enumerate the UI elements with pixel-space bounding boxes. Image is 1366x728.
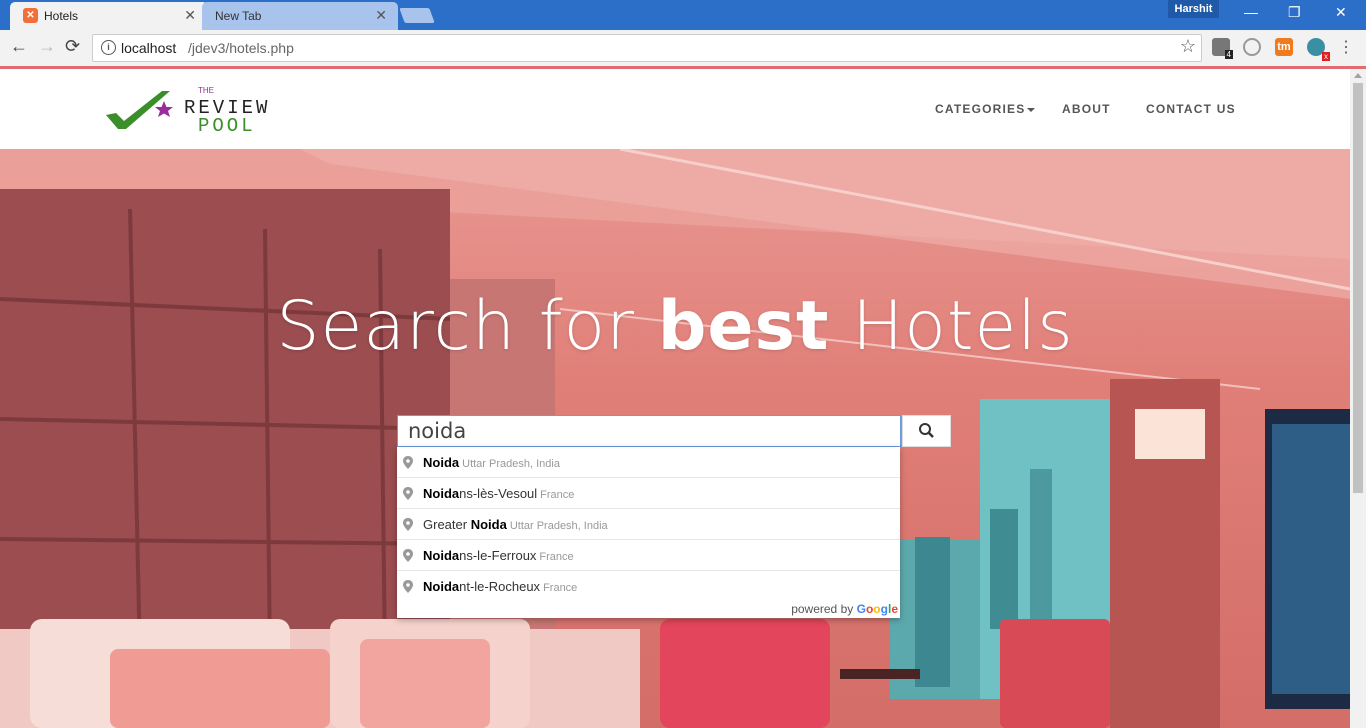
- vpn-extension-icon[interactable]: [1243, 38, 1261, 56]
- hero-section: Search for best Hotels NoidaUttar Prades…: [0, 149, 1350, 728]
- tm-extension-icon[interactable]: tm: [1275, 38, 1293, 56]
- browser-titlebar: ✕ Hotels ✕ New Tab ✕ Harshit — ❐ ✕: [0, 0, 1366, 30]
- map-pin-icon: [403, 580, 413, 593]
- menu-kebab-icon[interactable]: ⋮: [1338, 37, 1354, 57]
- tab-new-tab[interactable]: New Tab ✕: [202, 2, 398, 30]
- nav-contact-us[interactable]: CONTACT US: [1146, 102, 1236, 116]
- suggestion-secondary: France: [540, 489, 575, 501]
- suggestion-text: Noida Uttar Pradesh, India: [423, 455, 560, 470]
- suggestion-rest: nt-le-Rocheux: [459, 579, 541, 594]
- map-pin-icon: [403, 487, 413, 500]
- nav-categories-label: CATEGORIES: [935, 102, 1026, 116]
- nav-categories[interactable]: CATEGORIES: [935, 102, 1036, 116]
- nav-about[interactable]: ABOUT: [1062, 102, 1111, 116]
- hero-title-post: Hotels: [829, 287, 1074, 366]
- forward-arrow-icon[interactable]: →: [38, 36, 56, 57]
- reload-icon[interactable]: ⟳: [65, 36, 80, 57]
- scrollbar-thumb[interactable]: [1353, 83, 1363, 493]
- new-tab-button[interactable]: [399, 8, 435, 23]
- suggestion-match: Noida: [423, 455, 460, 470]
- map-pin-icon: [403, 456, 413, 469]
- suggestion-match: Noida: [470, 517, 507, 532]
- suggestion-secondary: France: [539, 551, 574, 563]
- suggestion-text: Noidans-le-Ferroux France: [423, 548, 574, 563]
- map-pin-icon: [403, 518, 413, 531]
- suggestion-secondary: Uttar Pradesh, India: [462, 458, 560, 470]
- caret-down-icon: [1027, 107, 1036, 112]
- restore-button[interactable]: ❐: [1288, 4, 1301, 21]
- suggestion-item[interactable]: Noida Uttar Pradesh, India: [397, 447, 900, 478]
- powered-by-label: powered by: [791, 602, 854, 616]
- tab-hotels[interactable]: ✕ Hotels ✕: [10, 2, 208, 30]
- logo-pool: POOL: [198, 115, 256, 137]
- site-logo[interactable]: THE REVIEW POOL: [104, 85, 274, 137]
- bookmark-star-icon[interactable]: ☆: [1180, 36, 1196, 57]
- search-icon: [919, 423, 934, 438]
- extension-badge-count: 4: [1224, 50, 1233, 59]
- suggestion-rest: ns-le-Ferroux: [459, 548, 537, 563]
- suggestion-match: Noida: [423, 486, 460, 501]
- address-bar[interactable]: i localhost /jdev3/hotels.php ☆: [92, 34, 1202, 62]
- suggestion-item[interactable]: Noidant-le-Rocheux France: [397, 571, 900, 602]
- tab-title: New Tab: [215, 9, 262, 23]
- google-logo: Google: [856, 602, 898, 616]
- suggestion-item[interactable]: Greater Noida Uttar Pradesh, India: [397, 509, 900, 540]
- suggestion-prefix: Greater: [423, 517, 471, 532]
- hero-title-pre: Search for: [276, 287, 658, 366]
- extension-badge-icon[interactable]: 4: [1212, 38, 1233, 59]
- tab-close-icon[interactable]: ✕: [184, 7, 196, 24]
- suggestion-item[interactable]: Noidans-le-Ferroux France: [397, 540, 900, 571]
- tab-title: Hotels: [44, 9, 79, 23]
- site-header: THE REVIEW POOL CATEGORIES ABOUT CONTACT…: [0, 69, 1350, 149]
- close-window-button[interactable]: ✕: [1335, 4, 1347, 21]
- minimize-button[interactable]: —: [1244, 4, 1258, 20]
- browser-toolbar: ← → ⟳ i localhost /jdev3/hotels.php ☆ 4 …: [0, 30, 1366, 66]
- hero-title: Search for best Hotels: [0, 287, 1350, 366]
- hero-title-bold: best: [657, 287, 830, 366]
- suggestion-text: Greater Noida Uttar Pradesh, India: [423, 517, 608, 532]
- back-arrow-icon[interactable]: ←: [10, 36, 28, 57]
- suggestion-text: Noidant-le-Rocheux France: [423, 579, 577, 594]
- hotel-search-input[interactable]: [397, 415, 901, 447]
- search-button[interactable]: [902, 415, 951, 447]
- url-path: /jdev3/hotels.php: [188, 40, 294, 56]
- suggestion-secondary: France: [543, 582, 578, 594]
- suggestion-match: Noida: [423, 579, 460, 594]
- suggestion-secondary: Uttar Pradesh, India: [509, 520, 608, 532]
- info-icon[interactable]: i: [101, 40, 116, 55]
- chat-extension-icon[interactable]: x: [1307, 38, 1330, 61]
- notification-badge: x: [1322, 52, 1330, 61]
- tab-close-icon[interactable]: ✕: [375, 7, 387, 24]
- suggestion-item[interactable]: Noidans-lès-Vesoul France: [397, 478, 900, 509]
- url-host: localhost: [121, 40, 177, 56]
- map-pin-icon: [403, 549, 413, 562]
- profile-button[interactable]: Harshit: [1168, 0, 1219, 18]
- xampp-favicon-icon: ✕: [23, 8, 38, 23]
- autocomplete-dropdown: Noida Uttar Pradesh, India Noidans-lès-Ve…: [397, 447, 900, 618]
- logo-the: THE: [198, 86, 214, 95]
- page-scrollbar[interactable]: [1350, 69, 1366, 728]
- suggestion-rest: ns-lès-Vesoul: [459, 486, 538, 501]
- suggestion-text: Noidans-lès-Vesoul France: [423, 486, 574, 501]
- powered-by-google: powered by Google: [791, 602, 898, 616]
- suggestion-match: Noida: [423, 548, 460, 563]
- scroll-up-arrow-icon[interactable]: [1354, 73, 1362, 78]
